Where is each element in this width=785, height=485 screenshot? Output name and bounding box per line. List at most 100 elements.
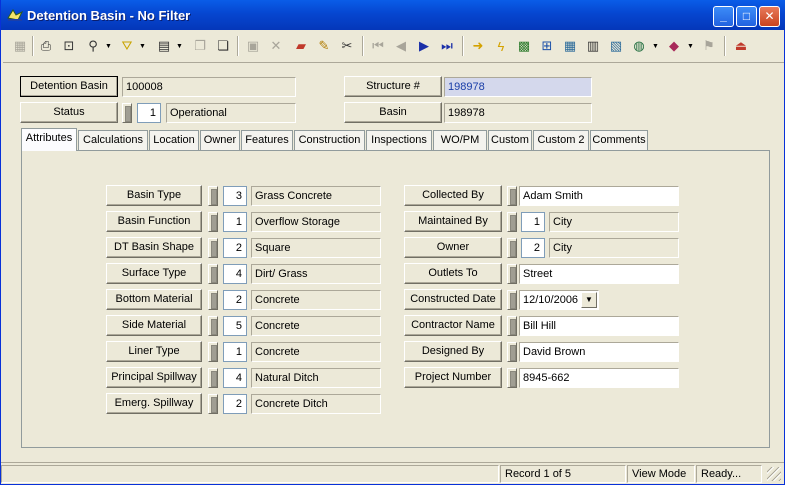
tab-custom[interactable]: Custom (488, 130, 532, 150)
liner-type-code-field[interactable]: 1 (223, 342, 247, 362)
designed-by-lookup-icon[interactable] (507, 342, 517, 362)
owner-lookup-icon[interactable] (507, 238, 517, 258)
close-button[interactable]: ✕ (759, 6, 780, 27)
save-icon[interactable]: ▦ (9, 35, 31, 57)
bottom-material-field[interactable]: Concrete (251, 290, 381, 310)
surface-type-button[interactable]: Surface Type (106, 263, 202, 284)
globe-dropdown-icon[interactable]: ▼ (651, 35, 660, 57)
grid-icon[interactable]: ▦ (559, 35, 581, 57)
tab-construction[interactable]: Construction (294, 130, 365, 150)
principal-spillway-code-field[interactable]: 4 (223, 368, 247, 388)
contractor-name-lookup-icon[interactable] (507, 316, 517, 336)
first-record-icon[interactable]: ⏮ (367, 35, 389, 57)
resize-grip-icon[interactable] (767, 467, 781, 481)
paste-icon[interactable]: ❏ (212, 35, 234, 57)
next-record-icon[interactable]: ▶ (413, 35, 435, 57)
basin-function-lookup-icon[interactable] (208, 212, 218, 232)
bottom-material-code-field[interactable]: 2 (223, 290, 247, 310)
structure-field[interactable]: 198978 (444, 77, 592, 97)
status-button[interactable]: Status (20, 102, 118, 123)
basin-field[interactable]: 198978 (444, 103, 592, 123)
emerg-spillway-field[interactable]: Concrete Ditch (251, 394, 381, 414)
basin-type-code-field[interactable]: 3 (223, 186, 247, 206)
goto-icon[interactable]: ➜ (467, 35, 489, 57)
tab-wo-pm[interactable]: WO/PM (433, 130, 487, 150)
globe-icon[interactable]: ◍ (628, 35, 650, 57)
owner-button[interactable]: Owner (404, 237, 502, 258)
calculator-icon[interactable]: ▥ (582, 35, 604, 57)
side-material-lookup-icon[interactable] (208, 316, 218, 336)
detention-basin-button[interactable]: Detention Basin (20, 76, 118, 97)
maintained-by-field[interactable]: City (549, 212, 679, 232)
liner-type-button[interactable]: Liner Type (106, 341, 202, 362)
basin-button[interactable]: Basin (344, 102, 442, 123)
tab-custom-2[interactable]: Custom 2 (533, 130, 589, 150)
detention-basin-field[interactable]: 100008 (122, 77, 296, 97)
collected-by-button[interactable]: Collected By (404, 185, 502, 206)
book-icon[interactable]: ◆ (663, 35, 685, 57)
surface-type-code-field[interactable]: 4 (223, 264, 247, 284)
maintained-by-button[interactable]: Maintained By (404, 211, 502, 232)
dt-basin-shape-button[interactable]: DT Basin Shape (106, 237, 202, 258)
principal-spillway-field[interactable]: Natural Ditch (251, 368, 381, 388)
constructed-date-button[interactable]: Constructed Date (404, 289, 502, 310)
status-code-field[interactable]: 1 (137, 103, 161, 123)
date-dropdown-icon[interactable]: ▼ (581, 292, 597, 308)
emerg-spillway-lookup-icon[interactable] (208, 394, 218, 414)
bottom-material-lookup-icon[interactable] (208, 290, 218, 310)
maximize-button[interactable]: □ (736, 6, 757, 27)
maintained-by-lookup-icon[interactable] (507, 212, 517, 232)
dt-basin-shape-field[interactable]: Square (251, 238, 381, 258)
project-number-button[interactable]: Project Number (404, 367, 502, 388)
structure-button[interactable]: Structure # (344, 76, 442, 97)
book-dropdown-icon[interactable]: ▼ (686, 35, 695, 57)
filter-dropdown-icon[interactable]: ▼ (138, 35, 147, 57)
binoculars-icon[interactable]: ⚲ (82, 35, 104, 57)
last-record-icon[interactable]: ⏭ (436, 35, 458, 57)
chart-icon[interactable]: ▧ (605, 35, 627, 57)
flag-icon[interactable]: ⚑ (698, 35, 720, 57)
outlets-to-button[interactable]: Outlets To (404, 263, 502, 284)
lightning-icon[interactable]: ϟ (490, 35, 512, 57)
dt-basin-shape-lookup-icon[interactable] (208, 238, 218, 258)
constructed-date-lookup-icon[interactable] (507, 290, 517, 310)
edit-icon[interactable]: ✎ (313, 35, 335, 57)
basin-type-lookup-icon[interactable] (208, 186, 218, 206)
emerg-spillway-button[interactable]: Emerg. Spillway (106, 393, 202, 414)
cut-icon[interactable]: ✂ (336, 35, 358, 57)
collected-by-field[interactable]: Adam Smith (519, 186, 679, 206)
outlets-to-lookup-icon[interactable] (507, 264, 517, 284)
tree-icon[interactable]: ⊞ (536, 35, 558, 57)
outlets-to-field[interactable]: Street (519, 264, 679, 284)
status-lookup-icon[interactable] (122, 103, 132, 123)
report-icon[interactable]: ▤ (153, 35, 175, 57)
liner-type-lookup-icon[interactable] (208, 342, 218, 362)
attach-icon[interactable]: ▰ (290, 35, 312, 57)
print-preview-icon[interactable]: ⊡ (58, 35, 80, 57)
principal-spillway-button[interactable]: Principal Spillway (106, 367, 202, 388)
emerg-spillway-code-field[interactable]: 2 (223, 394, 247, 414)
minimize-button[interactable]: _ (713, 6, 734, 27)
bottom-material-button[interactable]: Bottom Material (106, 289, 202, 310)
side-material-button[interactable]: Side Material (106, 315, 202, 336)
side-material-field[interactable]: Concrete (251, 316, 381, 336)
basin-type-field[interactable]: Grass Concrete (251, 186, 381, 206)
cancel-icon[interactable]: ✕ (265, 35, 287, 57)
title-bar[interactable]: Detention Basin - No Filter _ □ ✕ (1, 0, 785, 30)
tab-features[interactable]: Features (241, 130, 293, 150)
print-icon[interactable]: ⎙ (35, 35, 57, 57)
tab-inspections[interactable]: Inspections (366, 130, 432, 150)
owner-field[interactable]: City (549, 238, 679, 258)
basin-function-field[interactable]: Overflow Storage (251, 212, 381, 232)
dt-basin-shape-code-field[interactable]: 2 (223, 238, 247, 258)
contractor-name-field[interactable]: Bill Hill (519, 316, 679, 336)
status-field[interactable]: Operational (166, 103, 296, 123)
previous-record-icon[interactable]: ◀ (390, 35, 412, 57)
exit-icon[interactable]: ⏏ (730, 35, 752, 57)
owner-code-field[interactable]: 2 (521, 238, 545, 258)
basin-function-button[interactable]: Basin Function (106, 211, 202, 232)
tab-comments[interactable]: Comments (590, 130, 648, 150)
contractor-name-button[interactable]: Contractor Name (404, 315, 502, 336)
liner-type-field[interactable]: Concrete (251, 342, 381, 362)
designed-by-button[interactable]: Designed By (404, 341, 502, 362)
